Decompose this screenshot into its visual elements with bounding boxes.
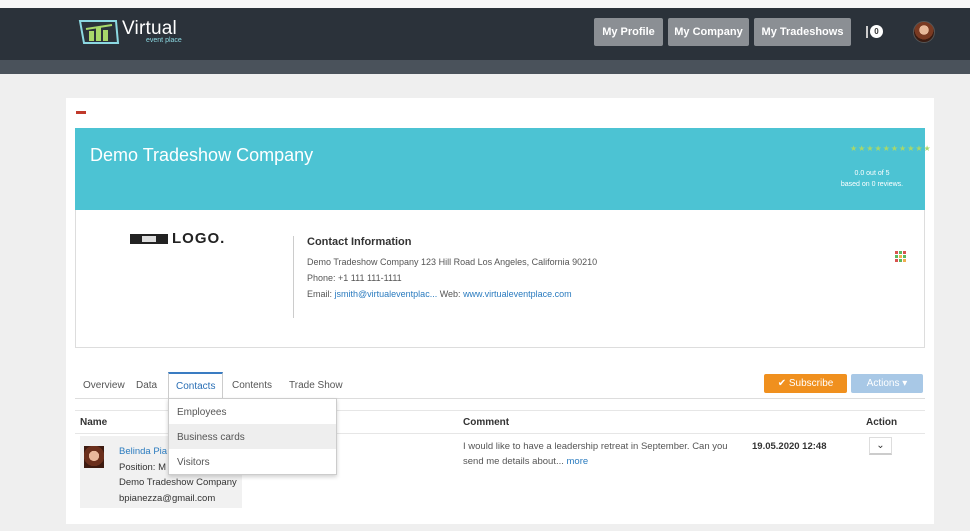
menu-item-visitors[interactable]: Visitors (169, 449, 336, 474)
company-title: Demo Tradeshow Company (90, 145, 314, 165)
logo-subtext: event place (146, 37, 182, 44)
contact-email: bpianezza@gmail.com (119, 492, 216, 504)
notifications-icon[interactable]: 0 (866, 24, 886, 40)
contact-heading: Contact Information (307, 236, 412, 248)
website-link[interactable]: www.virtualeventplace.com (463, 289, 572, 299)
contacts-dropdown-menu: Employees Business cards Visitors (168, 398, 337, 475)
subscribe-button[interactable]: ✔ Subscribe (764, 374, 847, 393)
notification-count-badge: 0 (870, 25, 883, 38)
tab-contents[interactable]: Contents (232, 380, 272, 391)
contact-comment: I would like to have a leadership retrea… (463, 439, 738, 469)
rating-stars-icon: ★★★★★★★★★★ (850, 144, 932, 153)
header-comment: Comment (463, 417, 510, 428)
company-logo: LOGO. (130, 230, 247, 247)
tab-trade-show[interactable]: Trade Show (289, 380, 343, 391)
rating-score: 0.0 out of 5 (854, 170, 890, 177)
rating-count: based on 0 reviews. (840, 181, 904, 188)
user-avatar[interactable] (913, 21, 935, 43)
chevron-down-icon: ⌄ (876, 440, 885, 451)
my-profile-button[interactable]: My Profile (594, 18, 663, 46)
logo-block-inner (142, 236, 156, 242)
collapse-icon[interactable] (76, 111, 86, 114)
contact-phone: Phone: +1 111 111-1111 (307, 273, 402, 283)
more-link[interactable]: more (567, 456, 589, 467)
company-logo-text: LOGO. (172, 230, 226, 247)
contact-company: Demo Tradeshow Company (119, 477, 237, 488)
top-strip (0, 0, 970, 8)
company-banner (75, 128, 925, 210)
actions-button[interactable]: Actions ▾ (851, 374, 923, 393)
email-label: Email: (307, 289, 335, 299)
contact-date: 19.05.2020 12:48 (752, 441, 827, 452)
contact-email-web-line: Email: jsmith@virtualeventplac... Web: w… (307, 286, 597, 302)
tab-overview[interactable]: Overview (83, 380, 125, 391)
tab-data[interactable]: Data (136, 380, 157, 391)
my-tradeshows-button[interactable]: My Tradeshows (754, 18, 851, 46)
header-name: Name (80, 417, 108, 428)
rating-summary: 0.0 out of 5 based on 0 reviews. (822, 168, 922, 190)
contact-name-link[interactable]: Belinda Pia (119, 446, 167, 457)
contact-information: Contact Information Demo Tradeshow Compa… (293, 236, 597, 318)
contact-avatar[interactable] (84, 446, 104, 468)
menu-item-business-cards[interactable]: Business cards (169, 424, 336, 449)
menu-item-employees[interactable]: Employees (169, 399, 336, 424)
email-link[interactable]: jsmith@virtualeventplac... (335, 289, 438, 299)
comment-text: I would like to have a leadership retrea… (463, 441, 728, 467)
row-action-button[interactable]: ⌄ (869, 437, 892, 455)
apps-grid-icon[interactable] (895, 251, 906, 262)
contact-address: Demo Tradeshow Company 123 Hill Road Los… (307, 257, 598, 267)
tab-contacts[interactable]: Contacts (168, 372, 224, 398)
sub-navbar (0, 60, 970, 74)
my-company-button[interactable]: My Company (668, 18, 749, 46)
header-action: Action (866, 417, 898, 428)
web-label: Web: (437, 289, 464, 299)
